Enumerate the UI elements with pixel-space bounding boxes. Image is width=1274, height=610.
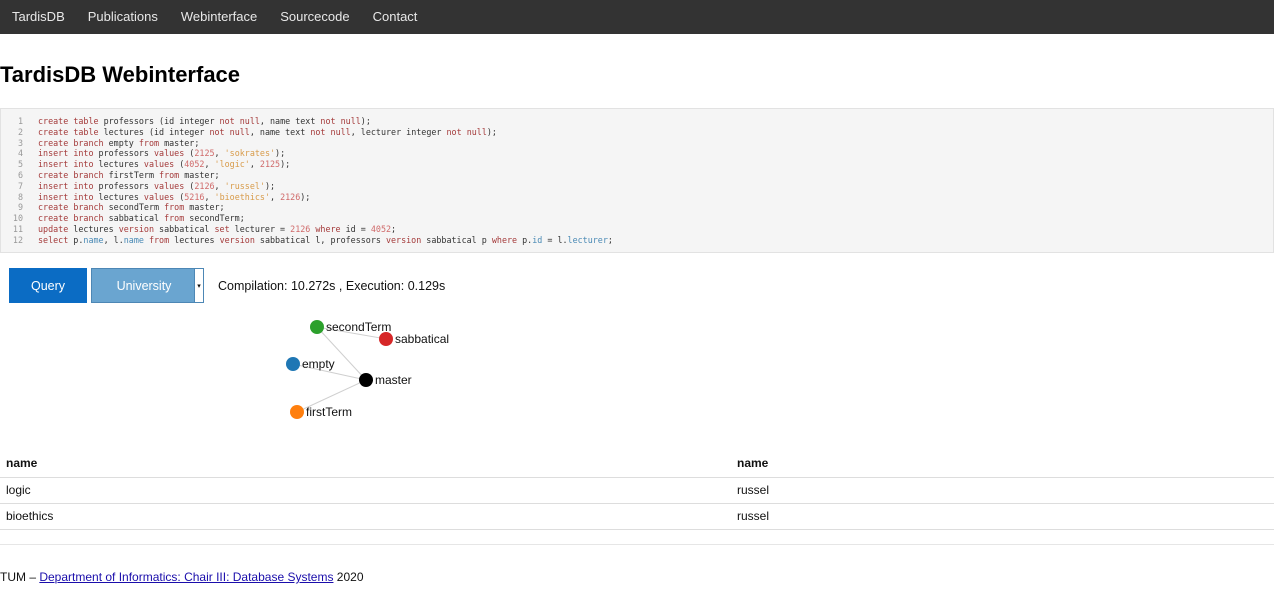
code-line: 4 insert into professors values (2125, 's… — [1, 148, 1273, 159]
nav-tardisdb[interactable]: TardisDB — [0, 0, 76, 34]
line-number: 9 — [17, 202, 23, 213]
code-text: create table professors (id integer not … — [38, 116, 371, 126]
line-number: 10 — [12, 213, 23, 224]
code-line: 1 create table professors (id integer not… — [1, 116, 1273, 127]
line-number: 7 — [17, 180, 23, 191]
footer-prefix: TUM – — [0, 570, 40, 584]
graph-edge — [316, 326, 367, 381]
table-row: logic russel — [0, 477, 1274, 504]
footer: TUM – Department of Informatics: Chair I… — [0, 570, 364, 584]
page-title: TardisDB Webinterface — [0, 62, 241, 87]
column-header: name — [731, 450, 1274, 478]
line-number: 4 — [17, 148, 23, 159]
code-text: create branch secondTerm from master; — [38, 202, 225, 213]
table-cell: bioethics — [0, 503, 731, 530]
branch-label-empty: empty — [302, 357, 335, 371]
code-text: insert into professors values (2125, 'so… — [38, 148, 286, 159]
divider — [0, 544, 1274, 545]
line-number: 6 — [17, 169, 23, 180]
code-text: create table lectures (id integer not nu… — [38, 126, 497, 137]
line-number: 1 — [17, 116, 23, 126]
branch-node-master[interactable] — [359, 373, 373, 387]
branch-label-master: master — [375, 373, 412, 387]
branch-node-secondTerm[interactable] — [310, 320, 324, 334]
code-line: 7 insert into professors values (2126, 'r… — [1, 181, 1273, 192]
code-line: 11 update lectures version sabbatical set… — [1, 224, 1273, 235]
table-cell: russel — [731, 477, 1274, 504]
branch-node-firstTerm[interactable] — [290, 405, 304, 419]
table-cell: russel — [731, 503, 1274, 530]
branch-node-empty[interactable] — [286, 357, 300, 371]
result-table: name name logic russel bioethics russel — [0, 450, 1274, 530]
code-line: 8 insert into lectures values (5216, 'bio… — [1, 192, 1273, 203]
code-line: 2 create table lectures (id integer not n… — [1, 127, 1273, 138]
table-cell: logic — [0, 477, 731, 504]
sql-code-editor[interactable]: 1 create table professors (id integer not… — [0, 108, 1274, 253]
line-number: 8 — [17, 191, 23, 202]
code-text: update lectures version sabbatical set l… — [38, 223, 397, 234]
line-number: 5 — [17, 159, 23, 170]
branch-label-secondTerm: secondTerm — [326, 320, 391, 334]
code-line: 9 create branch secondTerm from master; — [1, 202, 1273, 213]
column-header: name — [0, 450, 731, 478]
line-number: 2 — [17, 126, 23, 137]
branch-label-firstTerm: firstTerm — [306, 405, 352, 419]
top-navbar: TardisDB Publications Webinterface Sourc… — [0, 0, 1274, 34]
query-button[interactable]: Query — [9, 268, 87, 303]
code-line: 3 create branch empty from master; — [1, 138, 1273, 149]
code-text: create branch sabbatical from secondTerm… — [38, 213, 245, 224]
timing-info: Compilation: 10.272s , Execution: 0.129s — [218, 279, 446, 293]
line-number: 3 — [17, 137, 23, 148]
nav-contact[interactable]: Contact — [361, 0, 429, 34]
nav-webinterface[interactable]: Webinterface — [169, 0, 268, 34]
table-row: bioethics russel — [0, 503, 1274, 530]
line-number: 12 — [12, 234, 23, 245]
line-number: 11 — [12, 223, 23, 234]
chevron-down-icon[interactable]: ▾ — [194, 269, 203, 302]
dataset-select-value: University — [116, 278, 172, 293]
code-line: 6 create branch firstTerm from master; — [1, 170, 1273, 181]
footer-link[interactable]: Department of Informatics: Chair III: Da… — [39, 570, 333, 584]
code-text: create branch firstTerm from master; — [38, 169, 220, 180]
code-text: insert into lectures values (4052, 'logi… — [38, 159, 291, 170]
code-line: 5 insert into lectures values (4052, 'log… — [1, 159, 1273, 170]
branch-graph: secondTerm sabbatical empty master firstTerm — [286, 320, 449, 419]
footer-suffix: 2020 — [333, 570, 364, 584]
code-line: 12 select p.name, l.name from lectures ve… — [1, 235, 1273, 246]
code-text: insert into lectures values (5216, 'bioe… — [38, 191, 311, 202]
branch-node-sabbatical[interactable] — [379, 332, 393, 346]
code-text: insert into professors values (2126, 'ru… — [38, 180, 276, 191]
nav-sourcecode[interactable]: Sourcecode — [269, 0, 361, 34]
code-text: create branch empty from master; — [38, 137, 200, 148]
code-line: 10 create branch sabbatical from secondTe… — [1, 213, 1273, 224]
nav-publications[interactable]: Publications — [76, 0, 169, 34]
branch-label-sabbatical: sabbatical — [395, 332, 449, 346]
code-text: select p.name, l.name from lectures vers… — [38, 234, 613, 245]
dataset-select[interactable]: University ▾ — [91, 268, 204, 303]
table-header-row: name name — [0, 450, 1274, 478]
